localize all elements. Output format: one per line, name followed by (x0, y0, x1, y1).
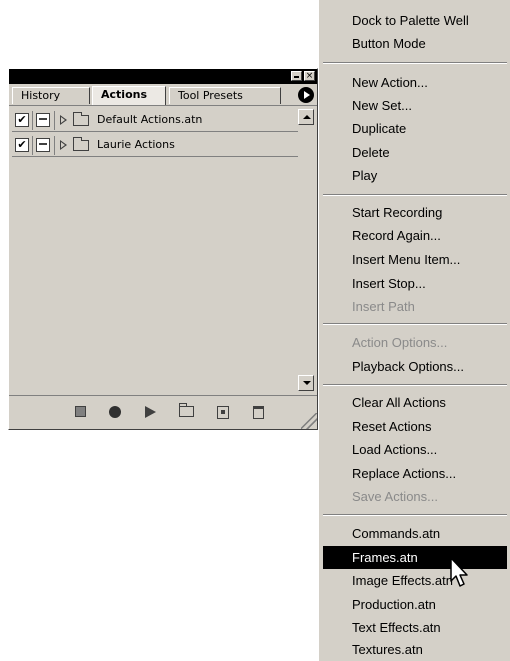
menu-item-replace-actions[interactable]: Replace Actions... (323, 462, 507, 485)
menu-item-button-mode[interactable]: Button Mode (323, 32, 507, 55)
tab-history[interactable]: History (12, 87, 90, 104)
palette-tab-row: History Actions Tool Presets (9, 84, 317, 106)
play-icon[interactable] (145, 406, 156, 418)
menu-item-load-actions[interactable]: Load Actions... (323, 438, 507, 461)
expand-triangle-icon[interactable] (60, 140, 67, 150)
mouse-pointer-icon (450, 557, 468, 587)
menu-item-start-recording[interactable]: Start Recording (323, 201, 507, 224)
actions-list: ✔ Default Actions.atn ✔ Laurie Actions (12, 109, 298, 391)
stop-icon[interactable] (75, 406, 86, 417)
menu-item-insert-path: Insert Path (352, 299, 415, 314)
tab-tool-presets[interactable]: Tool Presets (169, 87, 281, 104)
palette-menu-arrow-icon[interactable] (298, 87, 314, 103)
folder-icon (73, 137, 89, 151)
toggle-dialog-icon[interactable] (36, 113, 50, 127)
palette-bottom-toolbar (9, 395, 317, 429)
action-set-row[interactable]: ✔ Default Actions.atn (12, 109, 298, 132)
menu-item-delete[interactable]: Delete (323, 141, 507, 164)
menu-item-insert-stop[interactable]: Insert Stop... (323, 272, 507, 295)
folder-icon (73, 112, 89, 126)
menu-item-playback-options[interactable]: Playback Options... (323, 355, 507, 378)
new-set-icon[interactable] (179, 403, 194, 417)
menu-item-new-set[interactable]: New Set... (323, 94, 507, 117)
scroll-down-icon[interactable] (298, 375, 314, 391)
palette-title-bar[interactable]: × (9, 69, 317, 84)
menu-item-textures-atn[interactable]: Textures.atn (323, 638, 507, 661)
menu-item-new-action[interactable]: New Action... (323, 71, 507, 94)
action-set-label: Laurie Actions (97, 138, 175, 151)
scroll-up-icon[interactable] (298, 109, 314, 125)
actions-palette: × History Actions Tool Presets ✔ Default… (8, 68, 318, 430)
toggle-item-checkbox[interactable]: ✔ (15, 138, 29, 152)
menu-item-clear-all-actions[interactable]: Clear All Actions (323, 391, 507, 414)
action-set-row[interactable]: ✔ Laurie Actions (12, 134, 298, 157)
menu-item-insert-menu-item[interactable]: Insert Menu Item... (323, 248, 507, 271)
menu-separator (323, 194, 507, 196)
resize-grip-icon[interactable] (301, 413, 317, 429)
toggle-dialog-icon[interactable] (36, 138, 50, 152)
trash-icon[interactable] (253, 406, 264, 419)
menu-item-image-effects-atn[interactable]: Image Effects.atn (323, 569, 507, 592)
menu-item-reset-actions[interactable]: Reset Actions (323, 415, 507, 438)
menu-separator (323, 384, 507, 386)
menu-item-save-actions: Save Actions... (352, 489, 438, 504)
menu-item-frames-atn[interactable]: Frames.atn (323, 546, 507, 569)
palette-flyout-menu: Dock to Palette Well Button Mode New Act… (318, 0, 510, 661)
tab-actions[interactable]: Actions (92, 86, 166, 105)
menu-separator (323, 514, 507, 516)
menu-separator (323, 323, 507, 325)
menu-item-record-again[interactable]: Record Again... (323, 224, 507, 247)
menu-item-commands-atn[interactable]: Commands.atn (323, 522, 507, 545)
close-icon[interactable]: × (304, 71, 315, 81)
action-set-label: Default Actions.atn (97, 113, 203, 126)
menu-item-text-effects-atn[interactable]: Text Effects.atn (323, 616, 507, 639)
new-action-icon[interactable] (217, 406, 229, 419)
menu-item-action-options: Action Options... (352, 335, 448, 350)
record-icon[interactable] (109, 406, 121, 418)
vertical-scrollbar[interactable] (298, 109, 314, 391)
toggle-item-checkbox[interactable]: ✔ (15, 113, 29, 127)
menu-item-dock-to-palette-well[interactable]: Dock to Palette Well (323, 9, 507, 32)
menu-item-duplicate[interactable]: Duplicate (323, 117, 507, 140)
expand-triangle-icon[interactable] (60, 115, 67, 125)
menu-item-play[interactable]: Play (323, 164, 507, 187)
menu-separator (323, 62, 507, 64)
minimize-icon[interactable] (291, 71, 302, 81)
menu-item-production-atn[interactable]: Production.atn (323, 593, 507, 616)
